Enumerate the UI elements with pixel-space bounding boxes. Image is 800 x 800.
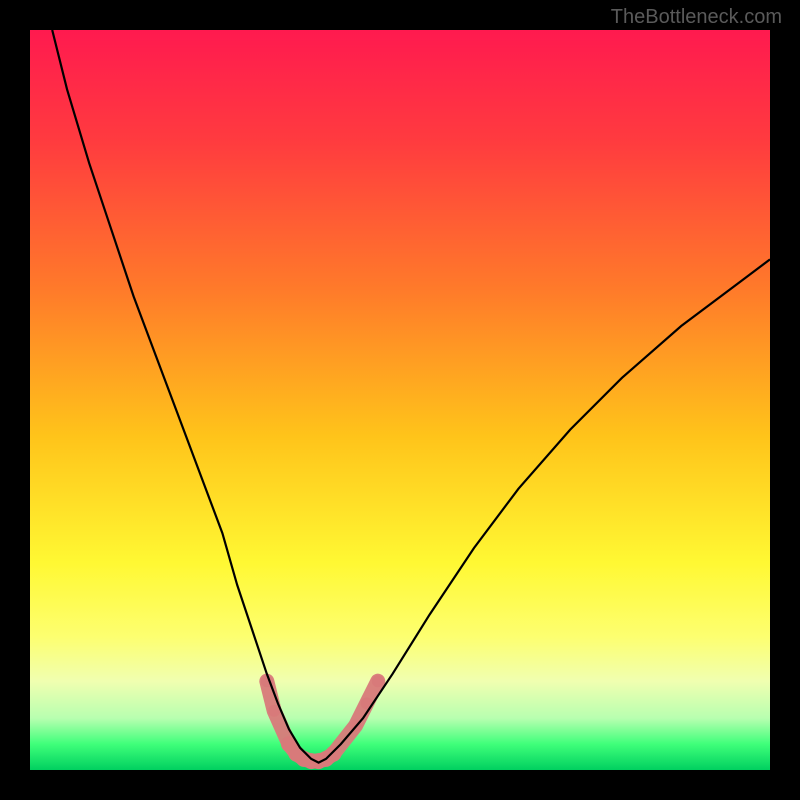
plot-area — [30, 30, 770, 770]
curve-layer — [30, 30, 770, 770]
valley-markers — [261, 675, 384, 769]
watermark-label: TheBottleneck.com — [611, 6, 782, 29]
bottleneck-curve — [52, 30, 770, 763]
chart-container: TheBottleneck.com — [0, 0, 800, 800]
